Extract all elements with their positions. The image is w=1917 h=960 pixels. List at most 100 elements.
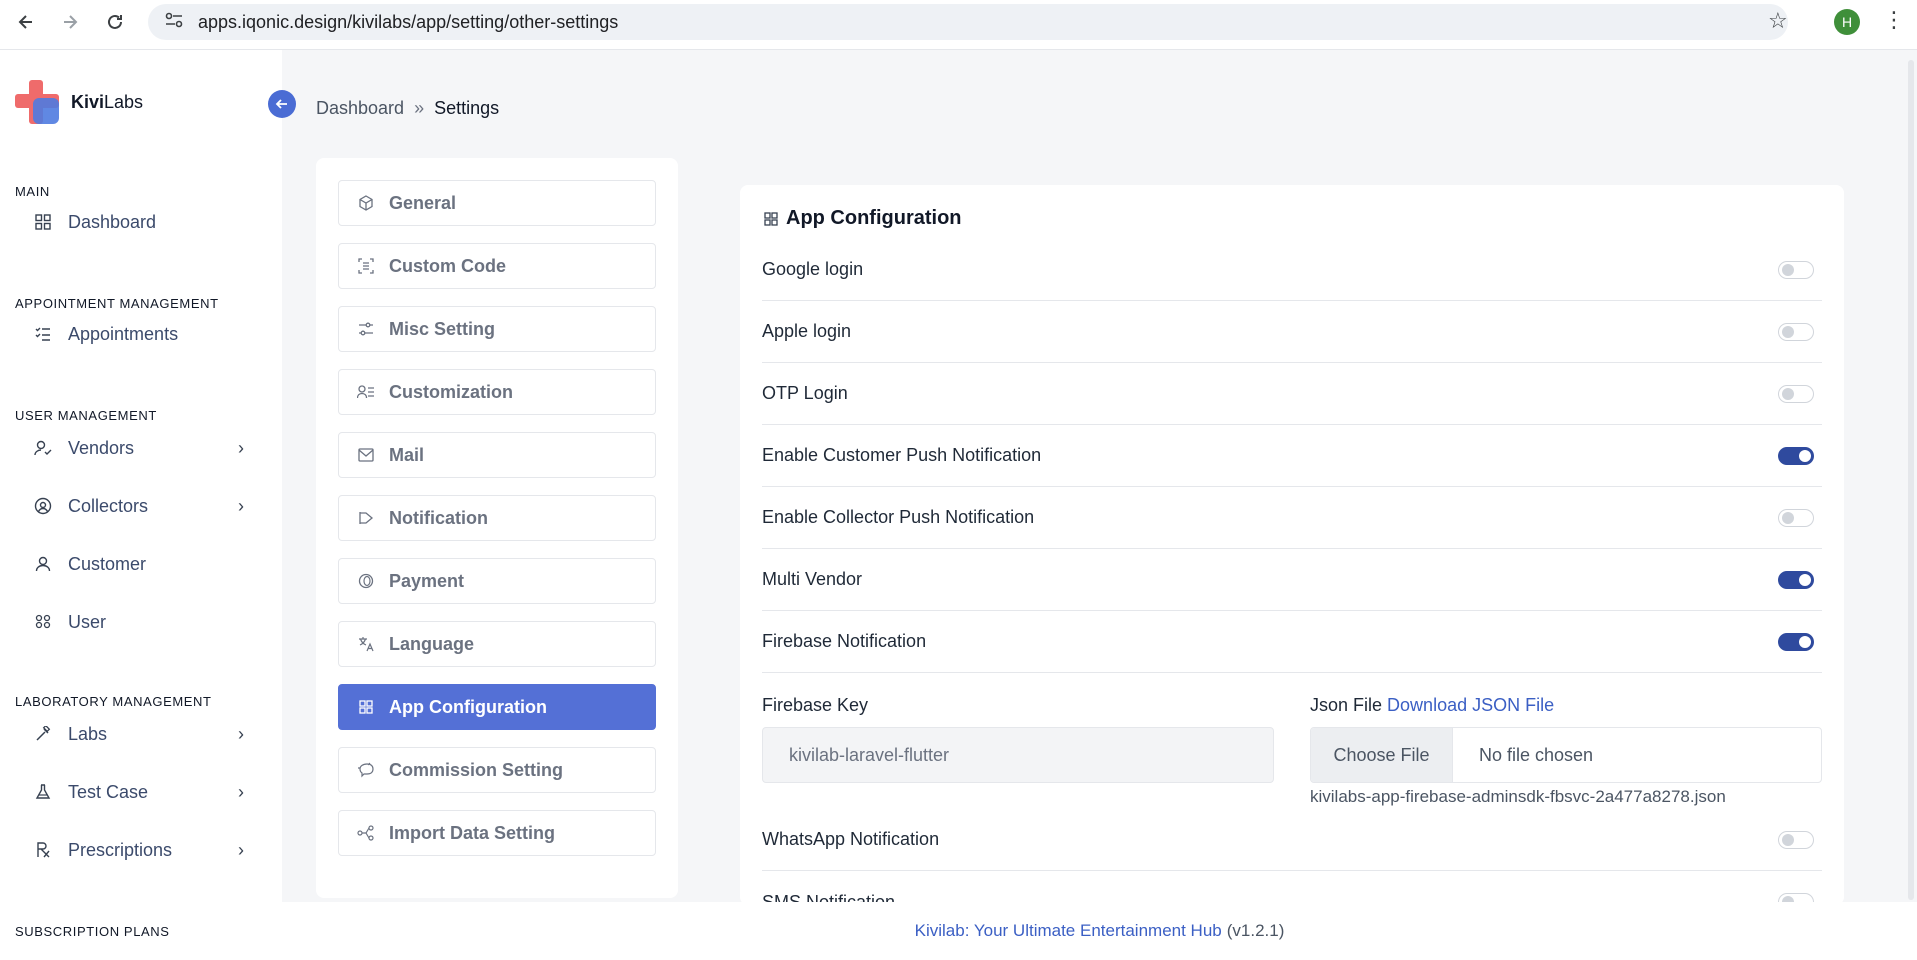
sidebar-item-appointments[interactable]: Appointments	[34, 314, 244, 354]
row-otp-login: OTP Login	[762, 363, 1822, 425]
footer: Kivilab: Your Ultimate Entertainment Hub…	[282, 902, 1917, 960]
row-multi-vendor: Multi Vendor	[762, 549, 1822, 611]
url-text[interactable]: apps.iqonic.design/kivilabs/app/setting/…	[198, 12, 618, 33]
toggle-label: Enable Collector Push Notification	[762, 507, 1035, 527]
back-arrow-icon[interactable]	[6, 2, 46, 42]
row-firebase-notification: Firebase Notification	[762, 611, 1822, 673]
row-collector-push: Enable Collector Push Notification	[762, 487, 1822, 549]
sidebar-item-vendors[interactable]: Vendors ›	[34, 428, 244, 468]
sidebar-item-label: Dashboard	[68, 211, 157, 232]
translate-icon	[357, 636, 375, 652]
menu-label: Language	[389, 633, 475, 654]
settings-menu-general[interactable]: General	[338, 180, 656, 226]
download-json-link[interactable]: Download JSON File	[1387, 695, 1554, 715]
footer-link[interactable]: Kivilab: Your Ultimate Entertainment Hub	[915, 921, 1222, 941]
page-scrollbar[interactable]	[1908, 60, 1914, 900]
json-file-label-text: Json File	[1310, 695, 1383, 715]
breadcrumb: Dashboard » Settings	[316, 98, 499, 119]
users-group-icon	[34, 613, 52, 631]
grid-icon	[357, 700, 375, 714]
row-google-login: Google login	[762, 239, 1822, 301]
menu-label: General	[389, 192, 457, 213]
settings-menu-commission-setting[interactable]: Commission Setting	[338, 747, 656, 793]
settings-menu-notification[interactable]: Notification	[338, 495, 656, 541]
browser-menu-icon[interactable]: ⋮	[1883, 7, 1905, 33]
sidebar-item-label: Collectors	[68, 495, 149, 516]
pipette-icon	[34, 725, 52, 743]
settings-menu: General Custom Code Misc Setting Customi…	[316, 158, 678, 898]
address-bar[interactable]: apps.iqonic.design/kivilabs/app/setting/…	[148, 4, 1788, 40]
menu-label: Mail	[389, 444, 425, 465]
multi-vendor-toggle[interactable]	[1778, 570, 1814, 589]
user-check-icon	[34, 439, 52, 457]
brand-logo[interactable]: KiviLabs	[15, 80, 143, 124]
choose-file-button[interactable]: Choose File	[1311, 728, 1453, 782]
site-settings-icon[interactable]	[164, 11, 184, 34]
toggle-label: Apple login	[762, 321, 852, 341]
otp-login-toggle[interactable]	[1778, 384, 1814, 403]
settings-menu-app-configuration[interactable]: App Configuration	[338, 684, 656, 730]
sidebar: KiviLabs MAIN Dashboard APPOINTMENT MANA…	[0, 50, 282, 960]
customer-push-toggle[interactable]	[1778, 446, 1814, 465]
toggle-label: Firebase Notification	[762, 631, 927, 651]
prescription-rx-icon	[34, 841, 52, 859]
double-chevron-right-icon: »	[414, 98, 425, 118]
sidebar-item-label: Vendors	[68, 437, 135, 458]
kivilabs-logo-icon	[15, 80, 59, 124]
settings-menu-language[interactable]: Language	[338, 621, 656, 667]
sidebar-collapse-button[interactable]	[268, 90, 296, 118]
sidebar-item-dashboard[interactable]: Dashboard	[34, 202, 244, 242]
toggle-label: Google login	[762, 259, 864, 279]
browser-toolbar: apps.iqonic.design/kivilabs/app/setting/…	[0, 0, 1917, 50]
settings-menu-customization[interactable]: Customization	[338, 369, 656, 415]
sidebar-item-label: Test Case	[68, 781, 149, 802]
sliders-icon	[357, 321, 375, 337]
breadcrumb-dashboard-link[interactable]: Dashboard	[316, 98, 404, 119]
firebase-key-input[interactable]	[762, 727, 1274, 783]
sidebar-item-customer[interactable]: Customer	[34, 544, 244, 584]
apple-login-toggle[interactable]	[1778, 322, 1814, 341]
settings-menu-custom-code[interactable]: Custom Code	[338, 243, 656, 289]
settings-menu-misc-setting[interactable]: Misc Setting	[338, 306, 656, 352]
chevron-right-icon: ›	[238, 437, 244, 458]
firebase-key-label: Firebase Key	[762, 695, 869, 715]
settings-menu-payment[interactable]: Payment	[338, 558, 656, 604]
section-laboratory: LABORATORY MANAGEMENT	[15, 694, 212, 709]
grid-icon	[34, 213, 52, 231]
menu-label: Commission Setting	[389, 759, 564, 780]
current-json-filename: kivilabs-app-firebase-adminsdk-fbsvc-2a4…	[1310, 787, 1726, 806]
grid-icon	[764, 211, 778, 226]
chevron-right-icon: ›	[238, 781, 244, 802]
profile-avatar[interactable]: H	[1834, 9, 1860, 35]
app-configuration-panel: App Configuration Google login Apple log…	[740, 185, 1844, 905]
sidebar-item-labs[interactable]: Labs ›	[34, 714, 244, 754]
whatsapp-notification-toggle[interactable]	[1778, 830, 1814, 849]
json-file-label: Json File Download JSON File	[1310, 695, 1554, 716]
toggle-label: WhatsApp Notification	[762, 829, 940, 849]
row-apple-login: Apple login	[762, 301, 1822, 363]
toggle-label: Multi Vendor	[762, 569, 863, 589]
menu-label: App Configuration	[389, 696, 547, 717]
settings-menu-mail[interactable]: Mail	[338, 432, 656, 478]
chevron-right-icon: ›	[238, 839, 244, 860]
google-login-toggle[interactable]	[1778, 260, 1814, 279]
section-appointment: APPOINTMENT MANAGEMENT	[15, 296, 219, 311]
user-list-icon	[357, 384, 375, 400]
bookmark-star-icon[interactable]: ☆	[1768, 8, 1788, 34]
row-customer-push: Enable Customer Push Notification	[762, 425, 1822, 487]
sidebar-item-prescriptions[interactable]: Prescriptions ›	[34, 830, 244, 870]
forward-arrow-icon[interactable]	[50, 2, 90, 42]
sidebar-item-user[interactable]: User	[34, 602, 244, 642]
collector-push-toggle[interactable]	[1778, 508, 1814, 527]
firebase-notification-toggle[interactable]	[1778, 632, 1814, 651]
toggle-label: OTP Login	[762, 383, 848, 403]
chevron-right-icon: ›	[238, 723, 244, 744]
json-file-input[interactable]: Choose File No file chosen	[1310, 727, 1822, 783]
settings-menu-import-data-setting[interactable]: Import Data Setting	[338, 810, 656, 856]
share-nodes-icon	[357, 825, 375, 841]
sidebar-item-test-case[interactable]: Test Case ›	[34, 772, 244, 812]
sidebar-item-collectors[interactable]: Collectors ›	[34, 486, 244, 526]
megaphone-icon	[357, 510, 375, 526]
sidebar-item-label: Appointments	[68, 323, 179, 344]
reload-icon[interactable]	[95, 2, 135, 42]
